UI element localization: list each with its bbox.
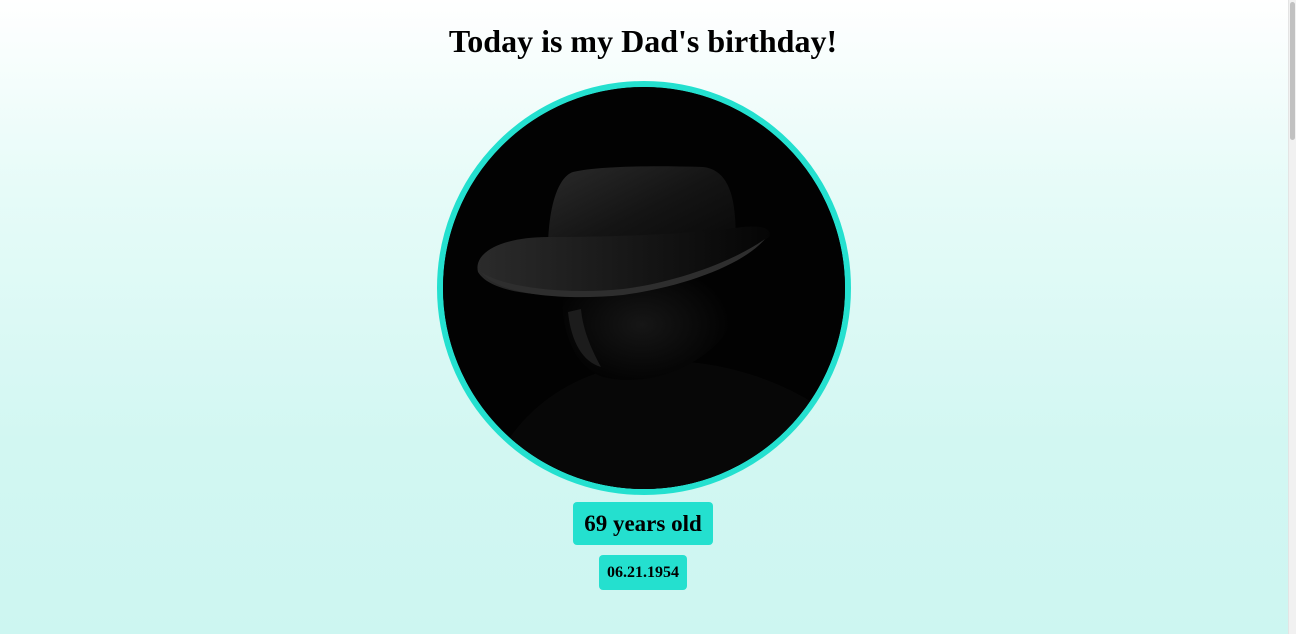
birthday-page: Today is my Dad's birthday! 69 years old…	[0, 0, 1289, 634]
dad-photo	[437, 81, 851, 495]
age-badge: 69 years old	[573, 502, 713, 545]
scrollbar-thumb[interactable]	[1290, 2, 1295, 140]
vertical-scrollbar[interactable]	[1288, 0, 1296, 634]
page-title: Today is my Dad's birthday!	[448, 23, 838, 59]
birth-date-badge: 06.21.1954	[599, 555, 687, 590]
portrait-silhouette-icon	[443, 87, 845, 489]
